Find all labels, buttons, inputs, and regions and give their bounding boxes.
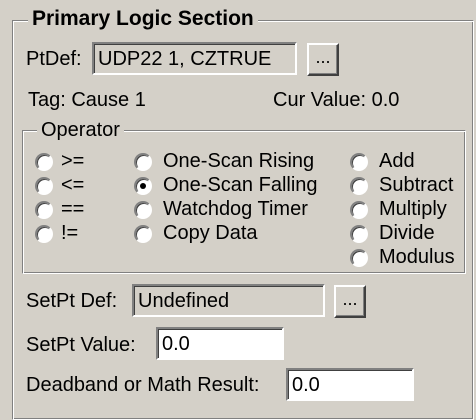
- radio-button[interactable]: [350, 153, 368, 171]
- ptdef-field[interactable]: UDP22 1, CZTRUE: [92, 42, 297, 75]
- radio-button[interactable]: [35, 225, 53, 243]
- ptdef-browse-button[interactable]: ...: [307, 43, 339, 76]
- radio-label: Modulus: [379, 246, 455, 268]
- radio-label: !=: [61, 222, 79, 244]
- radio-label: >=: [61, 150, 85, 172]
- setpt-def-browse-button[interactable]: ...: [334, 285, 366, 318]
- radio-button[interactable]: [134, 225, 152, 243]
- radio-label: Copy Data: [163, 222, 258, 244]
- radio-selected-dot: [140, 183, 146, 189]
- radio-button[interactable]: [350, 225, 368, 243]
- ptdef-label: PtDef:: [26, 48, 82, 70]
- radio-button[interactable]: [350, 177, 368, 195]
- radio-label: <=: [61, 174, 85, 196]
- deadband-input[interactable]: 0.0: [286, 368, 414, 401]
- cur-value-text: Cur Value: 0.0: [273, 89, 400, 111]
- radio-label: Subtract: [379, 174, 454, 196]
- radio-button[interactable]: [35, 201, 53, 219]
- radio-label: ==: [61, 198, 85, 220]
- radio-label: One-Scan Falling: [163, 174, 318, 196]
- section-title: Primary Logic Section: [28, 8, 258, 30]
- setpt-def-field[interactable]: Undefined: [132, 284, 325, 317]
- radio-button[interactable]: [35, 153, 53, 171]
- setpt-def-label: SetPt Def:: [26, 290, 118, 312]
- radio-label: Multiply: [379, 198, 447, 220]
- radio-button[interactable]: [134, 201, 152, 219]
- deadband-label: Deadband or Math Result:: [26, 374, 260, 396]
- radio-button[interactable]: [35, 177, 53, 195]
- radio-label: Divide: [379, 222, 435, 244]
- radio-button[interactable]: [134, 153, 152, 171]
- radio-label: Watchdog Timer: [163, 198, 308, 220]
- setpt-value-label: SetPt Value:: [26, 334, 136, 356]
- radio-button[interactable]: [350, 249, 368, 267]
- radio-label: Add: [379, 150, 415, 172]
- tag-text: Tag: Cause 1: [28, 89, 146, 111]
- radio-label: One-Scan Rising: [163, 150, 315, 172]
- setpt-value-input[interactable]: 0.0: [156, 327, 284, 360]
- operator-title: Operator: [37, 119, 124, 141]
- radio-button[interactable]: [350, 201, 368, 219]
- radio-button[interactable]: [134, 177, 152, 195]
